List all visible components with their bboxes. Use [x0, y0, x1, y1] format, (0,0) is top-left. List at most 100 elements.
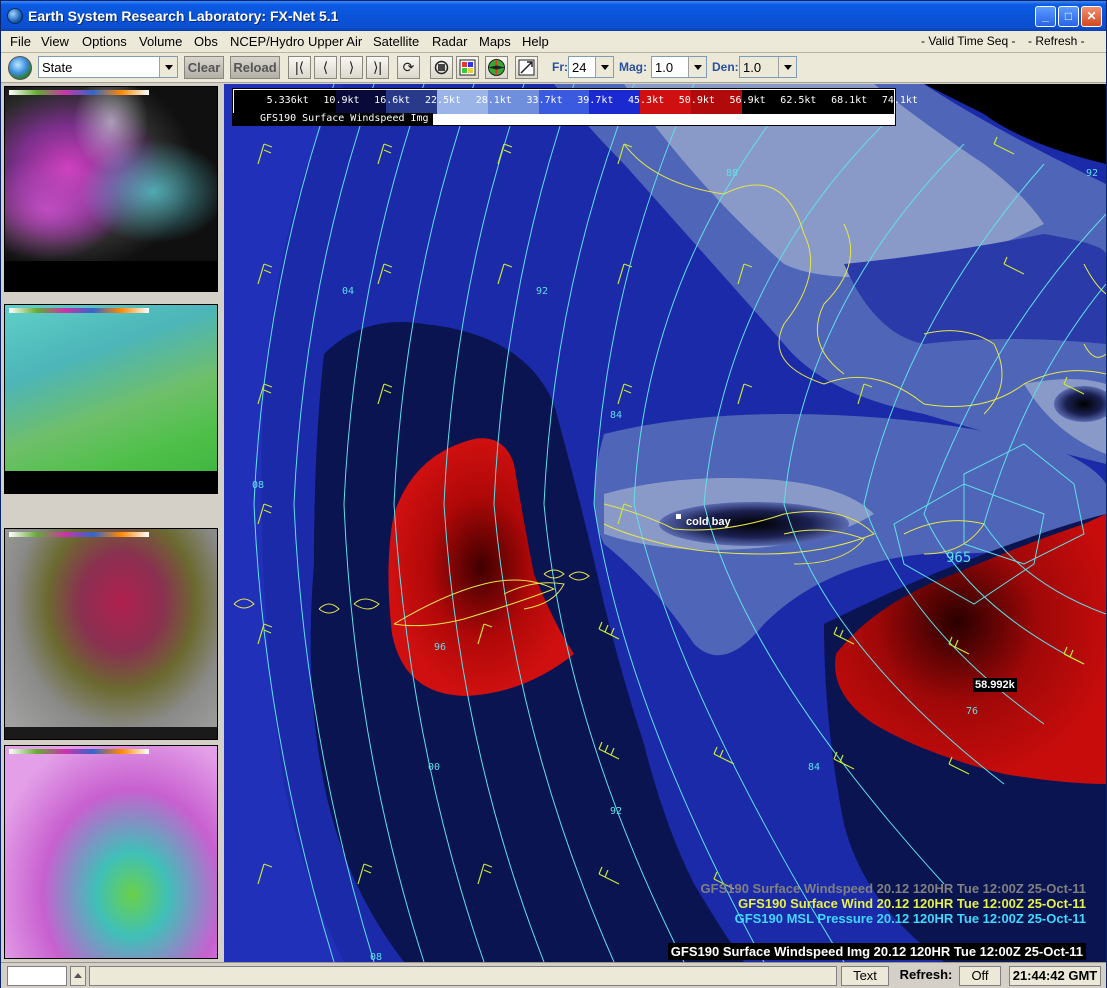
window-title: Earth System Research Laboratory: FX-Net… — [28, 8, 339, 24]
layer-caption-wind[interactable]: GFS190 Surface Wind 20.12 120HR Tue 12:0… — [738, 896, 1086, 911]
region-select-value: State — [42, 60, 73, 75]
menu-options[interactable]: Options — [82, 34, 127, 49]
legend-swatches: 5.336kt 10.9kt 16.6kt 22.5kt 28.1kt 33.7… — [234, 90, 918, 114]
chevron-down-icon[interactable] — [159, 57, 177, 77]
den-select-value: 1.0 — [743, 60, 762, 75]
legend-label: 56.9kt — [729, 95, 766, 106]
legend-label: 62.5kt — [780, 95, 817, 106]
status-input[interactable] — [7, 966, 67, 986]
frame-select-value: 24 — [572, 60, 587, 75]
windspeed-map: 88 92 04 92 84 08 96 00 92 84 76 965 08 — [224, 84, 1106, 962]
layer-caption-pressure[interactable]: GFS190 MSL Pressure 20.12 120HR Tue 12:0… — [735, 911, 1086, 926]
legend-label: 22.5kt — [424, 95, 462, 106]
compass-button[interactable] — [485, 56, 508, 79]
next-frame-button[interactable]: ⟩ — [340, 56, 363, 79]
app-window: Earth System Research Laboratory: FX-Net… — [0, 0, 1107, 988]
close-button[interactable]: ✕ — [1081, 6, 1102, 27]
isobar-label: 92 — [610, 806, 622, 817]
legend-label: 10.9kt — [323, 95, 360, 106]
thumbnail-panel — [1, 84, 222, 962]
isobar-label: 08 — [252, 480, 264, 491]
layer-caption-image[interactable]: GFS190 Surface Windspeed Img 20.12 120HR… — [667, 943, 1086, 960]
zoom-button[interactable] — [515, 56, 538, 79]
region-select[interactable]: State — [38, 56, 178, 78]
globe-icon[interactable] — [8, 56, 32, 80]
color-table-button[interactable] — [456, 56, 479, 79]
animate-icon-button[interactable] — [430, 56, 453, 79]
main-map[interactable]: 88 92 04 92 84 08 96 00 92 84 76 965 08 … — [224, 84, 1106, 962]
menu-maps[interactable]: Maps — [479, 34, 511, 49]
thumbnail-colorbar — [9, 749, 149, 754]
maximize-button[interactable]: □ — [1058, 6, 1079, 27]
mag-label: Mag: — [619, 60, 647, 74]
menu-satellite[interactable]: Satellite — [373, 34, 419, 49]
prev-frame-button[interactable]: ⟨ — [314, 56, 337, 79]
station-marker[interactable] — [676, 514, 681, 519]
isobar-label: 04 — [342, 286, 354, 297]
mag-select-value: 1.0 — [655, 60, 674, 75]
legend-label: 45.3kt — [628, 95, 665, 106]
legend-swatch: 5.336kt — [234, 90, 309, 114]
legend-label: 5.336kt — [266, 95, 309, 106]
menu-obs[interactable]: Obs — [194, 34, 218, 49]
legend-caption: GFS190 Surface Windspeed Img — [233, 113, 433, 125]
menu-ncep-hydro[interactable]: NCEP/Hydro — [230, 34, 304, 49]
layer-caption-windspeed[interactable]: GFS190 Surface Windspeed 20.12 120HR Tue… — [701, 881, 1086, 896]
legend-label: 74.1kt — [881, 95, 918, 106]
compass-icon — [488, 59, 505, 76]
chevron-down-icon[interactable] — [778, 57, 796, 77]
isobar-label: 84 — [610, 410, 622, 421]
menu-bar: File View Options Volume Obs NCEP/Hydro … — [1, 31, 1106, 53]
isobar-label: 76 — [966, 706, 978, 717]
isobar-label: 88 — [726, 168, 738, 179]
isobar-label: 08 — [370, 952, 382, 962]
frame-label: Fr: — [552, 60, 568, 74]
zoom-arrow-icon — [518, 59, 535, 76]
reload-button[interactable]: Reload — [230, 56, 280, 79]
thumbnail-temperature[interactable] — [4, 304, 218, 494]
legend-label: 39.7kt — [577, 95, 614, 106]
chevron-down-icon[interactable] — [595, 57, 613, 77]
chevron-up-icon[interactable] — [70, 966, 86, 986]
last-frame-button[interactable]: ⟩| — [366, 56, 389, 79]
status-message — [89, 966, 837, 986]
den-label: Den: — [712, 60, 739, 74]
menu-refresh[interactable]: - Refresh - — [1028, 34, 1085, 48]
thumbnail-precip[interactable] — [4, 86, 218, 292]
menu-volume[interactable]: Volume — [139, 34, 182, 49]
menu-file[interactable]: File — [10, 34, 31, 49]
clear-button[interactable]: Clear — [184, 56, 224, 79]
loop-button[interactable]: ⟳ — [397, 56, 420, 79]
color-table-icon — [459, 59, 476, 76]
globe-app-icon[interactable] — [7, 8, 23, 24]
menu-upper-air[interactable]: Upper Air — [308, 34, 362, 49]
mag-select[interactable]: 1.0 — [651, 56, 707, 78]
isobar-label: 00 — [428, 762, 440, 773]
legend-label: 33.7kt — [526, 95, 563, 106]
isobar-label: 965 — [946, 550, 971, 566]
menu-valid-time-seq[interactable]: - Valid Time Seq - — [921, 34, 1015, 48]
gmt-clock: 21:44:42 GMT — [1009, 966, 1101, 986]
refresh-toggle[interactable]: Off — [959, 966, 1001, 986]
toolbar: State Clear Reload |⟨ ⟨ ⟩ ⟩| ⟳ Fr: 24 Ma… — [1, 53, 1106, 83]
title-bar[interactable]: Earth System Research Laboratory: FX-Net… — [1, 1, 1106, 31]
thumbnail-colorbar — [9, 532, 149, 537]
den-select[interactable]: 1.0 — [739, 56, 797, 78]
frame-select[interactable]: 24 — [568, 56, 614, 78]
thumbnail-colorbar — [9, 308, 149, 313]
status-bar: Text Refresh: Off 21:44:42 GMT — [1, 962, 1106, 988]
first-frame-button[interactable]: |⟨ — [288, 56, 311, 79]
menu-view[interactable]: View — [41, 34, 69, 49]
legend-label: 16.6kt — [374, 95, 411, 106]
minimize-button[interactable]: _ — [1035, 6, 1056, 27]
isobar-label: 92 — [1086, 168, 1098, 179]
refresh-label: Refresh: — [899, 967, 953, 982]
thumbnail-wind[interactable] — [4, 745, 218, 959]
thumbnail-satellite[interactable] — [4, 528, 218, 740]
menu-radar[interactable]: Radar — [432, 34, 467, 49]
legend-label: 68.1kt — [831, 95, 868, 106]
isobar-label: 96 — [434, 642, 446, 653]
text-button[interactable]: Text — [841, 966, 889, 986]
chevron-down-icon[interactable] — [688, 57, 706, 77]
menu-help[interactable]: Help — [522, 34, 549, 49]
